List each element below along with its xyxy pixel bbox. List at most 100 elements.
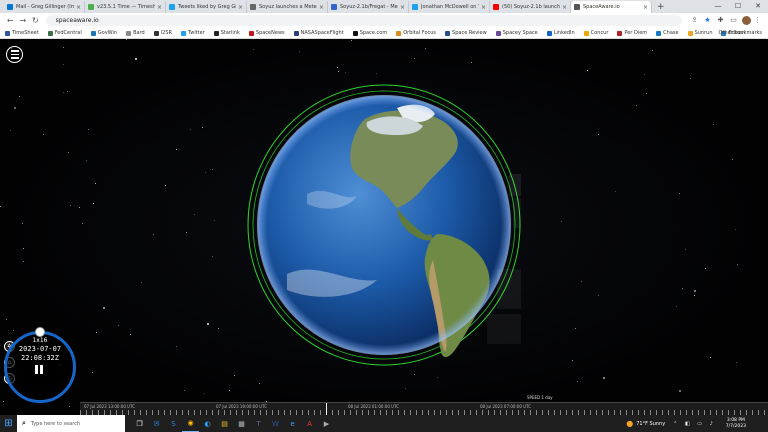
- bookmark-item[interactable]: Per Diem: [617, 30, 647, 36]
- bookmark-favicon-icon: [445, 30, 451, 36]
- star: [644, 73, 646, 75]
- calculator-icon[interactable]: ▦: [233, 415, 250, 432]
- tab-close-icon[interactable]: ×: [238, 4, 243, 11]
- teams-app-icon[interactable]: T: [250, 415, 267, 432]
- hamburger-menu-button[interactable]: [6, 46, 23, 63]
- star: [176, 148, 178, 150]
- tab-close-icon[interactable]: ×: [562, 4, 567, 11]
- bookmark-item[interactable]: TimeSheet: [5, 30, 39, 36]
- browser-tab[interactable]: (50) Soyuz-2.1b launches ×: [490, 1, 571, 13]
- tab-close-icon[interactable]: ×: [76, 4, 81, 11]
- timeline-bar[interactable]: 07 Jul 2023 13:00:00 UTC 07 Jul 2023 19:0…: [80, 402, 768, 416]
- bookmark-favicon-icon: [617, 30, 623, 36]
- back-icon[interactable]: ←: [4, 16, 17, 25]
- url-field[interactable]: spaceaware.io: [45, 15, 683, 26]
- bookmark-item[interactable]: LinkedIn: [546, 30, 575, 36]
- bookmark-item[interactable]: Chase: [656, 30, 679, 36]
- forward-icon[interactable]: →: [17, 16, 30, 25]
- tab-close-icon[interactable]: ×: [319, 4, 324, 11]
- tab-close-icon[interactable]: ×: [481, 4, 486, 11]
- tab-title: Tweets liked by Greg Gilli: [178, 4, 236, 10]
- browser-tab[interactable]: Jonathan McDowell on Tw ×: [409, 1, 490, 13]
- bookmark-favicon-icon: [495, 30, 501, 36]
- bookmark-item[interactable]: Space Review: [445, 30, 487, 36]
- bookmark-favicon-icon: [47, 30, 53, 36]
- close-icon[interactable]: ✕: [748, 0, 768, 13]
- star: [79, 206, 81, 208]
- avatar[interactable]: [742, 16, 752, 25]
- speed-control[interactable]: SPEED 1 day: [527, 395, 553, 400]
- bookmark-favicon-icon: [181, 30, 187, 36]
- bookmark-item[interactable]: Bard: [126, 30, 145, 36]
- task-view-icon[interactable]: ❒: [131, 415, 148, 432]
- taskbar-search-input[interactable]: ⌕ Type here to search: [17, 415, 125, 432]
- weather-text[interactable]: 71°F Sunny: [636, 421, 665, 427]
- bookmark-item[interactable]: Space.com: [352, 30, 387, 36]
- bookmark-item[interactable]: FedCentral: [47, 30, 82, 36]
- star: [561, 221, 563, 223]
- timeline-label: 07 Jul 2023 19:00:00 UTC: [216, 404, 268, 409]
- browser-tab[interactable]: SpaceAware.io ×: [571, 1, 652, 13]
- video-app-icon[interactable]: ▶: [318, 415, 335, 432]
- word-app-icon[interactable]: W: [267, 415, 284, 432]
- extensions-icon[interactable]: ✚: [714, 16, 727, 25]
- pdf-app-icon[interactable]: A: [301, 415, 318, 432]
- maximize-icon[interactable]: ☐: [728, 0, 748, 13]
- star: [153, 234, 155, 236]
- bookmark-item[interactable]: Starlink: [213, 30, 240, 36]
- bookmark-item[interactable]: SpaceNews: [248, 30, 285, 36]
- sim-speed: 1x16: [32, 337, 48, 344]
- reload-icon[interactable]: ↻: [29, 16, 42, 25]
- browser-tab[interactable]: Tweets liked by Greg Gilli ×: [166, 1, 247, 13]
- bookmark-item[interactable]: NASASpaceFlight: [293, 30, 344, 36]
- s-app-icon[interactable]: S: [165, 415, 182, 432]
- browser-tab[interactable]: v23.5.1 Time — Timesheet×: [85, 1, 166, 13]
- bookmark-item[interactable]: I2SR: [153, 30, 172, 36]
- star: [211, 255, 213, 257]
- outlook-app-icon[interactable]: ✉: [148, 415, 165, 432]
- bookmark-item[interactable]: GovWin: [90, 30, 117, 36]
- browser-tab[interactable]: Mail - Greg Gillinger (Ima ×: [4, 1, 85, 13]
- menu-kebab-icon[interactable]: ⋮: [751, 16, 764, 25]
- browser-tab[interactable]: Soyuz-2.1b/Fregat - Meteo×: [328, 1, 409, 13]
- earth-globe[interactable]: [247, 84, 521, 366]
- pause-button[interactable]: [35, 365, 43, 374]
- bookmark-item[interactable]: Concur: [583, 30, 608, 36]
- tab-close-icon[interactable]: ×: [157, 4, 162, 11]
- star: [10, 129, 12, 131]
- taskbar-clock[interactable]: 3:08 PM 7/7/2023: [726, 418, 746, 430]
- star: [126, 39, 128, 41]
- space-viewport[interactable]: ✲ ⌂ ◷: [0, 39, 768, 415]
- timeline-label: 08 Jul 2023 01:00:00 UTC: [348, 404, 400, 409]
- bookmark-item[interactable]: Sunrun: [687, 30, 712, 36]
- file-explorer-icon[interactable]: ▤: [216, 415, 233, 432]
- chrome-app-icon[interactable]: ◉: [182, 415, 199, 432]
- bookmark-item[interactable]: Twitter: [181, 30, 205, 36]
- weather-icon: ●: [626, 419, 634, 428]
- tray-icons[interactable]: ⌃ ◧ ▭ ♪: [673, 421, 716, 427]
- star: [413, 58, 415, 60]
- star: [205, 171, 207, 173]
- sidepanel-icon[interactable]: ▭: [727, 16, 740, 25]
- other-bookmarks[interactable]: Other bookmarks: [719, 28, 762, 39]
- bookmark-item[interactable]: Spacey Space: [495, 30, 538, 36]
- time-dial-knob[interactable]: [35, 327, 45, 337]
- browser-tab[interactable]: Soyuz launches a Meteor ×: [247, 1, 328, 13]
- edge-app-icon[interactable]: ◐: [199, 415, 216, 432]
- new-tab-button[interactable]: +: [652, 1, 670, 13]
- tab-close-icon[interactable]: ×: [400, 4, 405, 11]
- star: [351, 40, 353, 42]
- share-icon[interactable]: ⇪: [688, 16, 701, 25]
- bookmark-star-icon[interactable]: ★: [701, 16, 714, 25]
- star: [117, 324, 119, 326]
- windows-start-icon[interactable]: ⊞: [0, 415, 17, 432]
- edge-app-icon-2[interactable]: e: [284, 415, 301, 432]
- tab-close-icon[interactable]: ×: [643, 4, 648, 11]
- star: [6, 318, 8, 320]
- bookmark-item[interactable]: Orbital Focus: [396, 30, 436, 36]
- bookmark-favicon-icon: [248, 30, 254, 36]
- star: [10, 47, 12, 49]
- star: [735, 362, 737, 364]
- star: [102, 306, 105, 309]
- minimize-icon[interactable]: —: [708, 0, 728, 13]
